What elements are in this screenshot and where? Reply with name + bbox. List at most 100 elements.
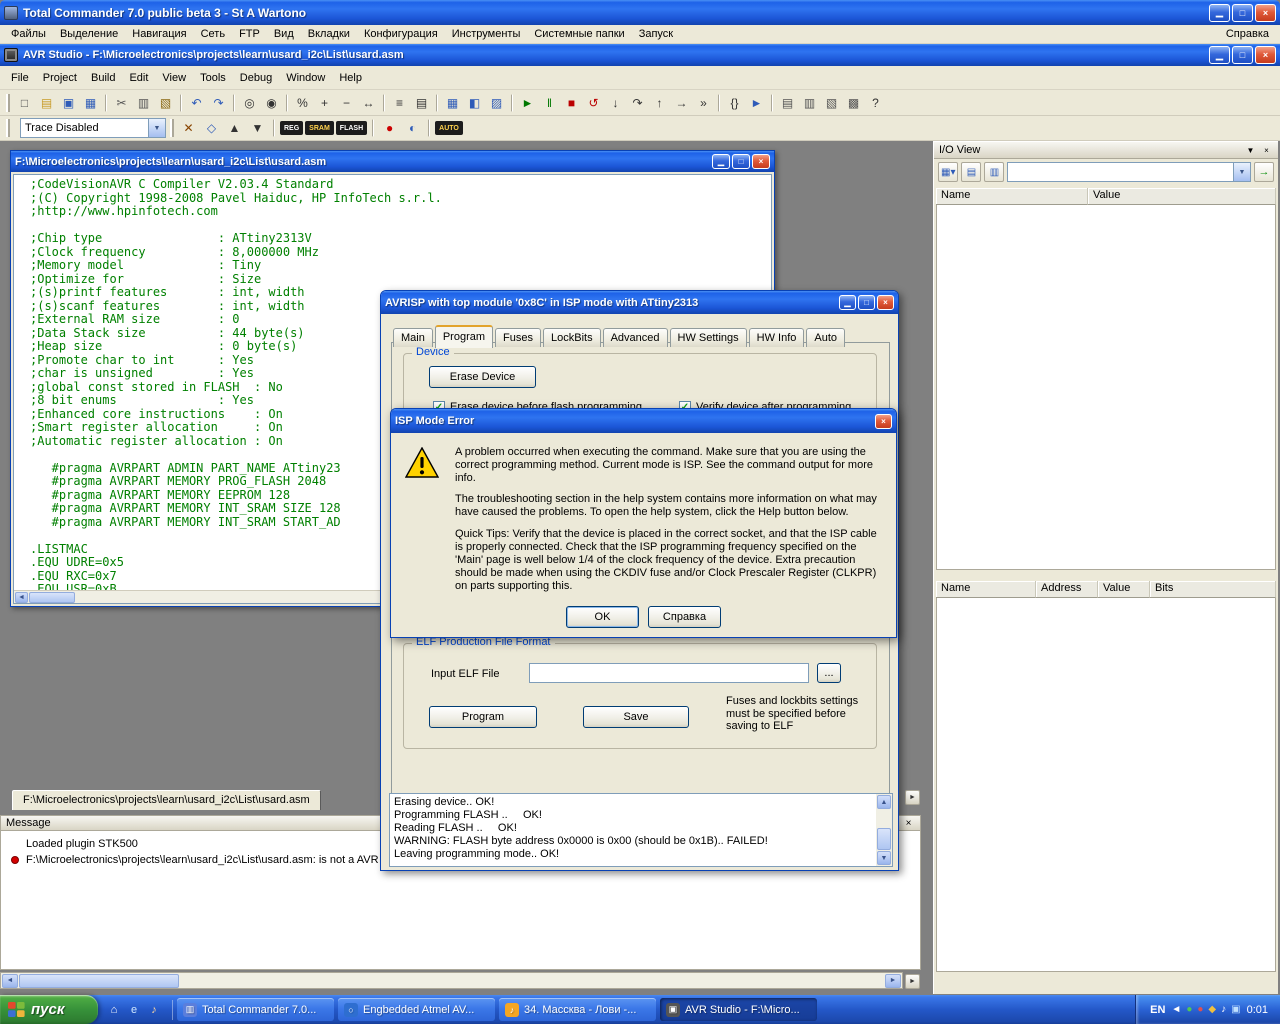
chevron-down-icon[interactable]: ▼ [1233, 163, 1250, 181]
minimize-button[interactable]: ▁ [1209, 46, 1230, 64]
close-button[interactable]: × [1255, 4, 1276, 22]
menu-item[interactable]: Выделение [53, 26, 125, 42]
connect-device-icon[interactable]: ◧ [464, 93, 485, 113]
column-header[interactable]: Name [936, 188, 1088, 205]
help-icon[interactable]: ? [865, 93, 886, 113]
find-next-icon[interactable]: ◉ [261, 93, 282, 113]
media-quicklaunch-icon[interactable]: ♪ [146, 1002, 162, 1018]
register-badge-icon[interactable]: REG [280, 121, 303, 135]
error-dialog-titlebar[interactable]: ISP Mode Error × [391, 409, 896, 433]
find-icon[interactable]: ◎ [239, 93, 260, 113]
flash-badge-icon[interactable]: FLASH [336, 121, 367, 135]
watchpoint-icon[interactable]: ◐ [402, 118, 423, 138]
menu-item[interactable]: Project [36, 70, 84, 86]
save-file-icon[interactable]: ▣ [58, 93, 79, 113]
step-over-icon[interactable]: ↷ [627, 93, 648, 113]
scroll-up-icon[interactable]: ▲ [877, 795, 891, 809]
programming-log[interactable]: Erasing device.. OK!Programming FLASH ..… [389, 793, 893, 867]
tab-hw-settings[interactable]: HW Settings [670, 328, 747, 347]
tab-main[interactable]: Main [393, 328, 433, 347]
column-header[interactable]: Value [1098, 581, 1150, 598]
move-down-icon[interactable]: ▼ [247, 118, 268, 138]
scroll-down-icon[interactable]: ▼ [877, 851, 891, 865]
zoom-in-icon[interactable]: + [314, 93, 335, 113]
help-button[interactable]: Справка [648, 606, 721, 628]
bottom-horizontal-scrollbar[interactable]: ◄ ► [0, 972, 903, 989]
run-to-cursor-icon[interactable]: → [671, 93, 692, 113]
document-tab[interactable]: F:\Microelectronics\projects\learn\usard… [12, 790, 321, 810]
menu-item[interactable]: Навигация [125, 26, 193, 42]
tab-hw-info[interactable]: HW Info [749, 328, 805, 347]
auto-badge-icon[interactable]: AUTO [435, 121, 463, 135]
pane-scroll-right-button[interactable]: ► [905, 974, 920, 989]
list-view-icon[interactable]: ▤ [961, 162, 981, 182]
io-apply-icon[interactable]: → [1254, 162, 1274, 182]
step-into-icon[interactable]: ↓ [605, 93, 626, 113]
tab-lockbits[interactable]: LockBits [543, 328, 601, 347]
taskbar-button-media-player[interactable]: ♪ 34. Массква - Лови -... [499, 998, 656, 1021]
start-button[interactable]: пуск [0, 995, 98, 1024]
chevron-down-icon[interactable]: ▼ [148, 119, 165, 137]
scrollbar-thumb[interactable] [19, 974, 179, 988]
close-button[interactable]: × [875, 414, 892, 429]
close-icon[interactable]: × [902, 817, 915, 830]
register-window-icon[interactable]: ▧ [821, 93, 842, 113]
column-header[interactable]: Name [936, 581, 1036, 598]
menu-item[interactable]: Debug [233, 70, 279, 86]
zoom-fit-icon[interactable]: ↔ [358, 93, 379, 113]
menu-item[interactable]: Вид [267, 26, 301, 42]
browser-quicklaunch-icon[interactable]: e [126, 1002, 142, 1018]
memory-window-icon[interactable]: ▥ [799, 93, 820, 113]
menu-item[interactable]: File [4, 70, 36, 86]
build-and-run-icon[interactable]: ► [746, 93, 767, 113]
browse-elf-button[interactable]: ... [817, 663, 841, 683]
run-icon[interactable]: ► [517, 93, 538, 113]
show-desktop-icon[interactable]: ⌂ [106, 1002, 122, 1018]
device-select-icon[interactable]: ▦▾ [938, 162, 958, 182]
open-file-icon[interactable]: ▤ [36, 93, 57, 113]
io-register-grid-header[interactable]: NameValue [936, 188, 1276, 205]
avrisp-titlebar[interactable]: AVRISP with top module '0x8C' in ISP mod… [381, 291, 898, 314]
menu-item[interactable]: Файлы [4, 26, 53, 42]
stop-icon[interactable]: ■ [561, 93, 582, 113]
language-indicator[interactable]: EN [1150, 1004, 1165, 1016]
ok-button[interactable]: OK [566, 606, 639, 628]
messenger-tray-icon[interactable]: ● [1197, 1004, 1203, 1015]
breakpoint-icon[interactable]: ● [379, 118, 400, 138]
symbol-list-icon[interactable]: ≡ [389, 93, 410, 113]
program-button[interactable]: Program [429, 706, 537, 728]
volume-tray-icon[interactable]: ♪ [1221, 1004, 1226, 1015]
copy-icon[interactable]: ▥ [133, 93, 154, 113]
scroll-left-icon[interactable]: ◄ [15, 592, 28, 603]
network-tray-icon[interactable]: ▣ [1231, 1004, 1240, 1015]
antivirus-tray-icon[interactable]: ● [1186, 1004, 1192, 1015]
tab-program[interactable]: Program [435, 325, 493, 348]
toolbar-grip[interactable] [6, 94, 10, 112]
io-view-header[interactable]: I/O View ▼ × [934, 142, 1278, 159]
update-tray-icon[interactable]: ◆ [1208, 1004, 1216, 1015]
move-up-icon[interactable]: ▲ [224, 118, 245, 138]
close-button[interactable]: × [752, 154, 770, 169]
close-icon[interactable]: × [1260, 144, 1273, 157]
io-window-icon[interactable]: ▩ [843, 93, 864, 113]
io-register-list[interactable] [936, 205, 1276, 570]
project-options-icon[interactable]: ▦ [442, 93, 463, 113]
menu-item[interactable]: FTP [232, 26, 267, 42]
column-header[interactable]: Bits [1150, 581, 1276, 598]
menu-item[interactable]: Tools [193, 70, 233, 86]
tab-scroll-right-button[interactable]: ► [905, 790, 920, 805]
menu-item[interactable]: View [155, 70, 193, 86]
pause-icon[interactable]: ‖ [539, 93, 560, 113]
save-button[interactable]: Save [583, 706, 689, 728]
auto-hide-pin-icon[interactable]: ▼ [1244, 144, 1257, 157]
zoom-out-icon[interactable]: − [336, 93, 357, 113]
scrollbar-thumb[interactable] [877, 828, 891, 850]
menu-item[interactable]: Системные папки [527, 26, 631, 42]
scroll-right-icon[interactable]: ► [885, 974, 901, 988]
toolbar-grip[interactable] [6, 119, 10, 137]
sram-badge-icon[interactable]: SRAM [305, 121, 334, 135]
menu-item-help[interactable]: Справка [1219, 26, 1276, 42]
menu-item[interactable]: Конфигурация [357, 26, 445, 42]
minimize-button[interactable]: ▁ [839, 295, 856, 310]
scroll-left-icon[interactable]: ◄ [2, 974, 18, 988]
